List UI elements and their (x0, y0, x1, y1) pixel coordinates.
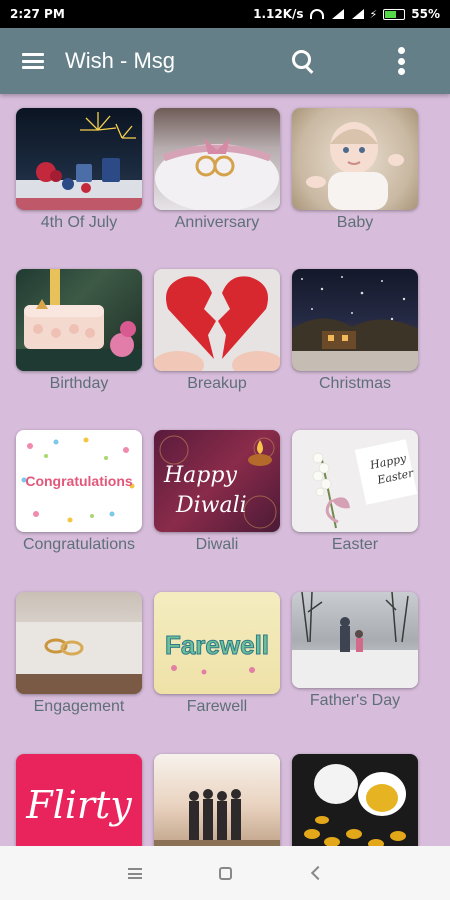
category-label: Birthday (49, 375, 109, 392)
category-farewell[interactable]: Farewell Farewell (154, 592, 280, 716)
back-button[interactable] (300, 858, 330, 888)
status-right: 1.12K/s ⚡ 55% (253, 7, 440, 21)
fathers-day-thumbnail (292, 592, 418, 688)
category-christmas[interactable]: Christmas (292, 269, 418, 393)
breakup-thumbnail (154, 269, 280, 371)
birthday-thumbnail (16, 269, 142, 371)
congratulations-thumbnail: Congratulations (16, 430, 142, 532)
category-label: Diwali (195, 536, 239, 553)
signal-icon-2 (350, 9, 364, 19)
anniversary-thumbnail (154, 108, 280, 210)
category-engagement[interactable]: Engagement (16, 592, 142, 716)
signal-icon (330, 9, 344, 19)
category-label: Christmas (318, 375, 391, 392)
system-navigation-bar (0, 846, 450, 900)
christmas-thumbnail (292, 269, 418, 371)
category-label: 4th Of July (40, 214, 118, 231)
category-label: Anniversary (174, 214, 260, 231)
category-baby[interactable]: Baby (292, 108, 418, 232)
category-friendship[interactable] (154, 754, 280, 846)
friendship-thumbnail (154, 754, 280, 846)
get-well-thumbnail (292, 754, 418, 846)
more-options-icon[interactable] (396, 47, 406, 75)
category-breakup[interactable]: Breakup (154, 269, 280, 393)
category-get-well[interactable] (292, 754, 418, 846)
battery-percent: 55% (411, 7, 440, 21)
fourth-of-july-thumbnail (16, 108, 142, 210)
wifi-icon (309, 9, 324, 19)
category-label: Father's Day (309, 692, 401, 709)
recent-apps-button[interactable] (120, 858, 150, 888)
category-label: Congratulations (22, 536, 136, 553)
farewell-thumb-text: Farewell (165, 630, 269, 660)
home-button[interactable] (210, 858, 240, 888)
flirty-thumb-text: Flirty (25, 783, 132, 827)
app-toolbar: Wish - Msg (0, 28, 450, 94)
diwali-thumb-text-1: Happy (163, 463, 237, 488)
hamburger-menu-icon[interactable] (22, 53, 44, 69)
category-fathers-day[interactable]: Father's Day (292, 592, 418, 710)
category-label: Breakup (187, 375, 247, 392)
category-flirty[interactable]: Flirty (16, 754, 142, 846)
farewell-thumbnail: Farewell (154, 592, 280, 694)
back-icon (310, 865, 326, 881)
category-diwali[interactable]: Happy Diwali Diwali (154, 430, 280, 554)
category-label: Farewell (186, 698, 248, 715)
congratulations-thumb-text: Congratulations (25, 473, 133, 489)
category-easter[interactable]: Happy Easter Easter (292, 430, 418, 554)
charging-icon: ⚡ (369, 7, 378, 21)
category-label: Engagement (33, 698, 125, 715)
home-icon (218, 866, 232, 880)
category-congratulations[interactable]: Congratulations Congratulations (16, 430, 142, 554)
network-speed: 1.12K/s (253, 7, 304, 21)
baby-thumbnail (292, 108, 418, 210)
category-anniversary[interactable]: Anniversary (154, 108, 280, 232)
diwali-thumbnail: Happy Diwali (154, 430, 280, 532)
category-birthday[interactable]: Birthday (16, 269, 142, 393)
search-icon[interactable] (290, 48, 316, 74)
status-bar: 2:27 PM 1.12K/s ⚡ 55% (0, 0, 450, 28)
engagement-thumbnail (16, 592, 142, 694)
easter-thumbnail: Happy Easter (292, 430, 418, 532)
menu-icon (128, 867, 142, 879)
battery-icon (383, 8, 406, 20)
category-label: Easter (331, 536, 379, 553)
flirty-thumbnail: Flirty (16, 754, 142, 846)
app-title: Wish - Msg (65, 48, 175, 73)
category-grid: 4th Of July Anniversary Baby Birthday Br… (0, 94, 450, 846)
diwali-thumb-text-2: Diwali (175, 493, 247, 518)
category-label: Baby (336, 214, 374, 231)
status-time: 2:27 PM (10, 7, 65, 21)
category-4th-of-july[interactable]: 4th Of July (16, 108, 142, 232)
